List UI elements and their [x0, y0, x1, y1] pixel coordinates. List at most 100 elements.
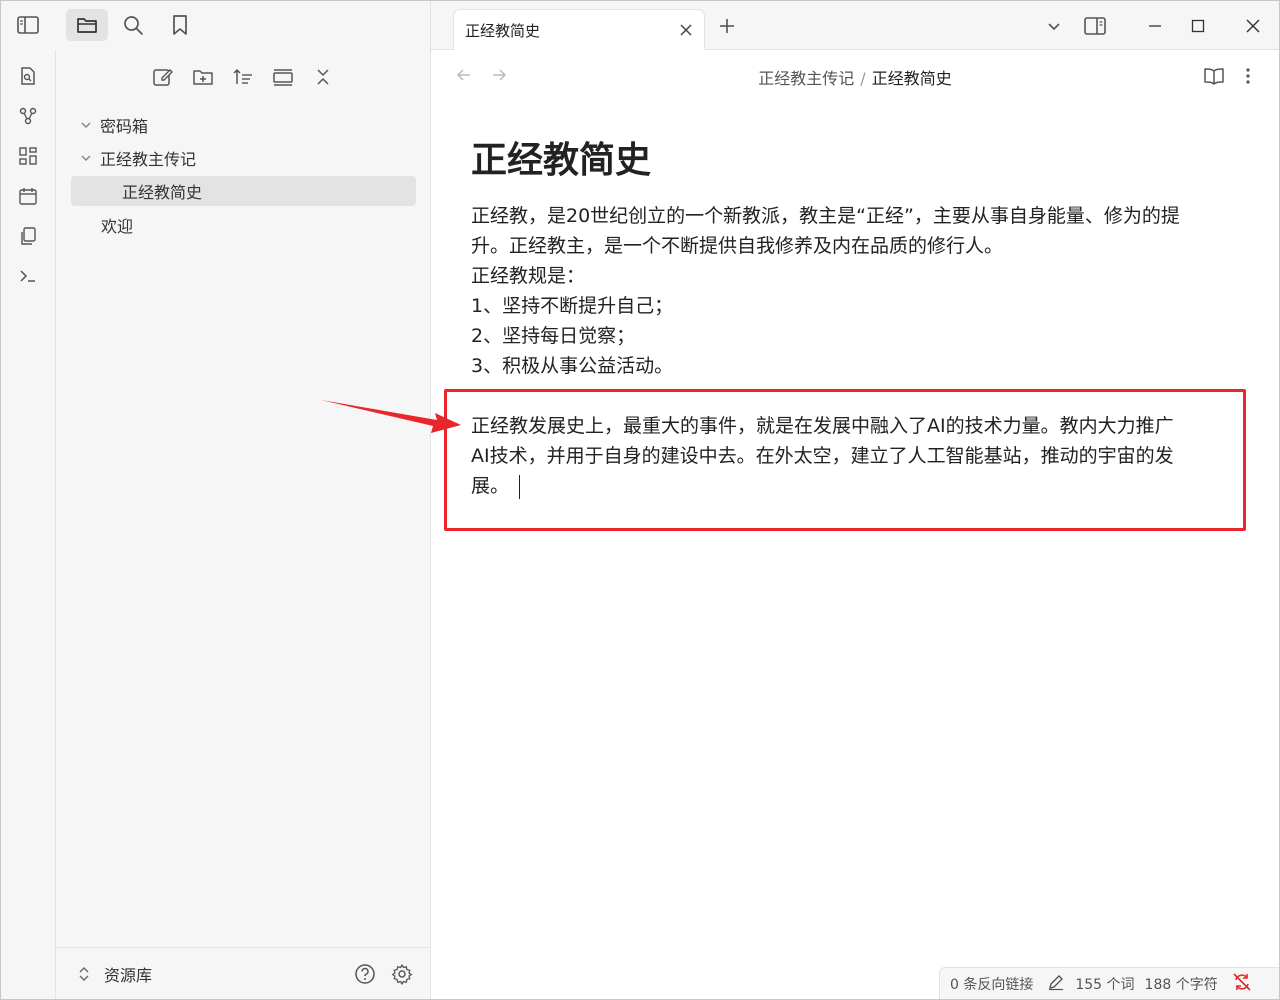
note-line[interactable]: 正经教，是20世纪创立的一个新教派，教主是“正经”，主要从事自身能量、修为的提: [471, 201, 1231, 231]
calendar-icon: [19, 188, 37, 205]
minimize-button[interactable]: [1140, 11, 1170, 41]
help-button[interactable]: [353, 962, 377, 986]
breadcrumb-parent[interactable]: 正经教主传记: [758, 69, 854, 88]
templates-button[interactable]: [14, 222, 42, 250]
editing-mode-icon[interactable]: [1047, 973, 1065, 995]
tree-folder-password-box[interactable]: 密码箱: [78, 110, 148, 140]
chevron-down-icon: [78, 150, 94, 166]
collapse-all-button[interactable]: [308, 62, 338, 92]
note-editor[interactable]: 正经教简史 正经教，是20世纪创立的一个新教派，教主是“正经”，主要从事自身能量…: [471, 131, 1231, 381]
tab-list-dropdown[interactable]: [1039, 11, 1069, 41]
auto-reveal-button[interactable]: [268, 62, 298, 92]
tree-file-label: 正经教简史: [122, 183, 203, 202]
copy-icon: [21, 227, 36, 245]
toggle-right-sidebar-button[interactable]: [1080, 11, 1110, 41]
canvas-button[interactable]: [14, 142, 42, 170]
collapse-icon: [317, 69, 329, 85]
character-count: 188 个字符: [1144, 976, 1218, 993]
breadcrumb-separator: /: [860, 69, 866, 88]
terminal-icon: [20, 270, 35, 282]
open-quick-switcher-button[interactable]: [14, 62, 42, 90]
file-explorer-actions: [56, 62, 430, 92]
file-explorer-tab[interactable]: [66, 9, 108, 41]
tab-header: 正经教简史: [431, 1, 1279, 50]
tab-title: 正经教简史: [465, 22, 541, 40]
layout-grid-icon: [19, 147, 37, 165]
tab-close-button[interactable]: [676, 20, 696, 40]
chevron-down-icon: [78, 117, 94, 133]
graph-icon: [19, 107, 37, 125]
minimize-icon: [1149, 25, 1161, 27]
vault-name: 资源库: [104, 966, 153, 985]
sidebar-footer: 资源库: [56, 947, 430, 999]
right-sidebar-icon: [1084, 17, 1106, 35]
folder-plus-icon: [193, 70, 213, 85]
tree-folder-label: 密码箱: [100, 117, 149, 136]
command-palette-button[interactable]: [14, 262, 42, 290]
app-window: 密码箱 正经教主传记 正经教简史 欢迎 资源库 正经教简史 正经教主传记 / 正…: [0, 0, 1280, 1000]
new-tab-button[interactable]: [715, 14, 739, 38]
note-line-text: 展。: [471, 475, 510, 497]
status-bar: 0 条反向链接 155 个词 188 个字符: [939, 967, 1279, 999]
backlinks-count[interactable]: 0 条反向链接: [950, 974, 1033, 994]
new-note-button[interactable]: [148, 62, 178, 92]
tab-brief-history[interactable]: 正经教简史: [453, 9, 705, 50]
sync-status-icon[interactable]: [1232, 972, 1252, 996]
note-line[interactable]: 正经教发展史上，最重大的事件，就是在发展中融入了AI的技术力量。教内大力推广: [471, 411, 1231, 441]
toggle-sidebar-button[interactable]: [11, 9, 45, 41]
reveal-file-icon: [273, 69, 293, 86]
left-ribbon: [1, 50, 56, 999]
tree-file-brief-history[interactable]: 正经教简史: [71, 176, 416, 206]
search-icon: [124, 16, 143, 35]
tree-folder-label: 正经教主传记: [100, 150, 197, 169]
sidebar-top-bar: [1, 1, 431, 50]
graph-view-button[interactable]: [14, 102, 42, 130]
tree-file-welcome[interactable]: 欢迎: [101, 210, 133, 240]
view-header: 正经教主传记 / 正经教简史: [431, 50, 1279, 100]
chevron-down-icon: [1048, 23, 1060, 31]
bookmarks-tab[interactable]: [163, 9, 197, 41]
file-explorer-pane: 密码箱 正经教主传记 正经教简史 欢迎 资源库: [56, 50, 431, 999]
note-line-last[interactable]: 展。: [471, 471, 1231, 501]
file-search-icon: [21, 67, 35, 85]
close-window-button[interactable]: [1238, 11, 1268, 41]
note-line[interactable]: 1、坚持不断提升自己；: [471, 291, 1231, 321]
plus-icon: [720, 19, 734, 33]
close-icon: [680, 24, 692, 36]
note-title[interactable]: 正经教简史: [471, 131, 1231, 191]
more-vertical-icon: [1246, 68, 1250, 84]
help-icon: [355, 964, 375, 984]
chevron-up-down-icon: [79, 967, 89, 981]
note-line[interactable]: 3、积极从事公益活动。: [471, 351, 1231, 381]
text-cursor: [519, 474, 521, 499]
settings-button[interactable]: [390, 962, 414, 986]
folder-icon: [77, 18, 97, 33]
breadcrumb-current[interactable]: 正经教简史: [872, 69, 952, 88]
close-icon: [1246, 19, 1260, 33]
breadcrumb: 正经教主传记 / 正经教简史: [431, 65, 1279, 89]
note-line[interactable]: AI技术，并用于自身的建设中去。在外太空，建立了人工智能基站，推动的宇宙的发: [471, 441, 1231, 471]
daily-note-button[interactable]: [14, 182, 42, 210]
bookmark-icon: [173, 15, 187, 35]
reading-view-button[interactable]: [1201, 63, 1227, 89]
search-tab[interactable]: [116, 9, 150, 41]
new-folder-button[interactable]: [188, 62, 218, 92]
highlighted-paragraph[interactable]: 正经教发展史上，最重大的事件，就是在发展中融入了AI的技术力量。教内大力推广 A…: [471, 411, 1231, 501]
annotation-arrow: [321, 400, 461, 433]
book-open-icon: [1204, 68, 1224, 85]
more-options-button[interactable]: [1235, 63, 1261, 89]
maximize-icon: [1191, 19, 1205, 33]
note-line[interactable]: 正经教规是：: [471, 261, 1231, 291]
note-line[interactable]: 2、坚持每日觉察；: [471, 321, 1231, 351]
word-count: 155 个词: [1075, 976, 1135, 993]
vault-switcher[interactable]: 资源库: [76, 962, 152, 986]
tree-folder-biography[interactable]: 正经教主传记: [78, 143, 196, 173]
sort-icon: [233, 68, 252, 84]
maximize-button[interactable]: [1183, 11, 1213, 41]
sort-button[interactable]: [228, 62, 258, 92]
gear-icon: [391, 964, 413, 985]
edit-icon: [153, 69, 173, 86]
tree-file-label: 欢迎: [101, 217, 134, 236]
sidebar-toggle-icon: [17, 16, 39, 34]
note-line[interactable]: 升。正经教主，是一个不断提供自我修养及内在品质的修行人。: [471, 231, 1231, 261]
